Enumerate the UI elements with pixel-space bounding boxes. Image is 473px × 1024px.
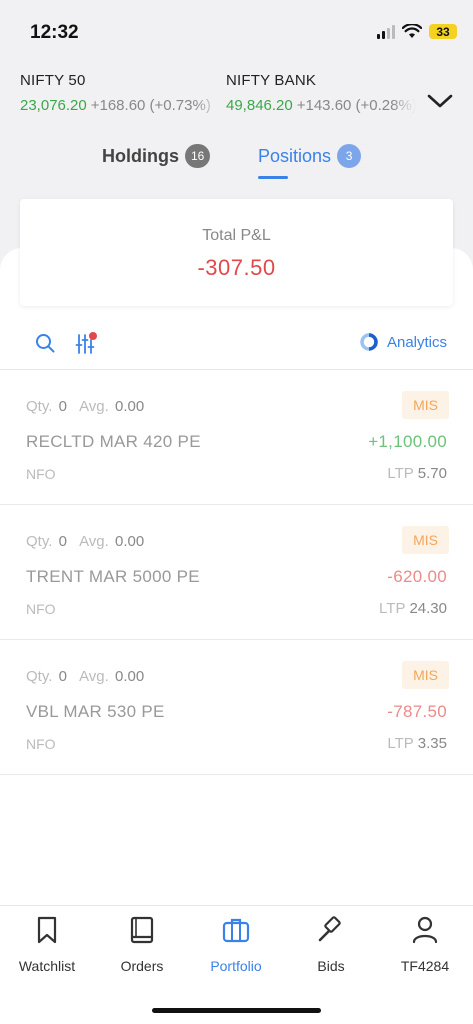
filter-sliders-icon[interactable] bbox=[74, 330, 100, 356]
tab-positions[interactable]: Positions 3 bbox=[258, 140, 362, 172]
nav-watchlist[interactable]: Watchlist bbox=[0, 914, 94, 984]
position-symbol: VBL MAR 530 PE bbox=[26, 702, 165, 721]
tab-label: Holdings bbox=[102, 145, 179, 166]
position-ltp: LTP 24.30 bbox=[379, 600, 447, 617]
qty-value: 0 bbox=[58, 533, 67, 550]
position-pnl: -787.50 bbox=[387, 702, 447, 721]
qty-label: Qty. bbox=[26, 533, 53, 550]
position-symbol: TRENT MAR 5000 PE bbox=[26, 567, 200, 586]
ltp-label: LTP bbox=[387, 465, 414, 482]
analytics-label: Analytics bbox=[386, 333, 447, 351]
position-qty-avg: Qty. 0 Avg. 0.00 bbox=[26, 398, 144, 415]
ticker-price: 23,076.20 bbox=[20, 97, 87, 114]
nav-label: TF4284 bbox=[400, 958, 450, 974]
position-exchange: NFO bbox=[26, 601, 56, 617]
status-time: 12:32 bbox=[30, 22, 79, 43]
tab-label: Positions bbox=[258, 145, 332, 166]
avg-value: 0.00 bbox=[115, 668, 145, 685]
ticker-nifty-bank[interactable]: NIFTY BANK 49,846.20 +143.60 (+0.28%) bbox=[226, 72, 416, 114]
ticker-name: NIFTY 50 bbox=[20, 72, 86, 89]
positions-list: Qty. 0 Avg. 0.00 MIS RECLTD MAR 420 PE +… bbox=[0, 370, 473, 775]
total-pnl-label: Total P&L bbox=[202, 227, 271, 244]
chevron-down-icon[interactable] bbox=[425, 86, 455, 116]
position-ltp: LTP 3.35 bbox=[387, 735, 447, 752]
position-row[interactable]: Qty. 0 Avg. 0.00 MIS RECLTD MAR 420 PE +… bbox=[0, 370, 473, 505]
nav-portfolio[interactable]: Portfolio bbox=[189, 914, 283, 984]
position-ltp: LTP 5.70 bbox=[387, 465, 447, 482]
ltp-value: 24.30 bbox=[409, 600, 447, 617]
product-badge: MIS bbox=[402, 526, 449, 554]
index-ticker-row: NIFTY 50 23,076.20 +168.60 (+0.73%) NIFTY… bbox=[0, 72, 473, 124]
position-row[interactable]: Qty. 0 Avg. 0.00 MIS VBL MAR 530 PE -787… bbox=[0, 640, 473, 775]
ticker-change: +168.60 (+0.73%) bbox=[90, 97, 211, 114]
active-tab-indicator bbox=[258, 176, 288, 179]
nav-label: Watchlist bbox=[18, 958, 76, 974]
nav-bids[interactable]: Bids bbox=[284, 914, 378, 984]
briefcase-icon bbox=[221, 914, 251, 946]
search-icon[interactable] bbox=[34, 332, 56, 354]
position-pnl: +1,100.00 bbox=[368, 432, 447, 451]
total-pnl-card: Total P&L -307.50 bbox=[20, 199, 453, 306]
analytics-button[interactable]: Analytics bbox=[359, 332, 447, 352]
book-icon bbox=[127, 914, 157, 946]
qty-label: Qty. bbox=[26, 668, 53, 685]
avg-value: 0.00 bbox=[115, 398, 145, 415]
nav-label: Bids bbox=[317, 958, 345, 974]
nav-label: Orders bbox=[120, 958, 164, 974]
ltp-label: LTP bbox=[387, 735, 414, 752]
position-exchange: NFO bbox=[26, 736, 56, 752]
gavel-icon bbox=[316, 914, 346, 946]
cellular-signal-icon bbox=[377, 24, 395, 39]
ltp-label: LTP bbox=[379, 600, 406, 617]
position-pnl: -620.00 bbox=[387, 567, 447, 586]
tab-holdings[interactable]: Holdings 16 bbox=[102, 140, 211, 172]
status-icons: 33 bbox=[377, 24, 457, 39]
ltp-value: 3.35 bbox=[417, 735, 447, 752]
user-icon bbox=[410, 914, 440, 946]
ticker-price: 49,846.20 bbox=[226, 97, 293, 114]
home-indicator bbox=[152, 1008, 321, 1013]
product-badge: MIS bbox=[402, 661, 449, 689]
wifi-icon bbox=[402, 24, 422, 38]
bottom-navigation: Watchlist Orders Portfolio Bids TF4284 bbox=[0, 905, 473, 1024]
position-qty-avg: Qty. 0 Avg. 0.00 bbox=[26, 668, 144, 685]
bookmark-icon bbox=[32, 914, 62, 946]
position-qty-avg: Qty. 0 Avg. 0.00 bbox=[26, 533, 144, 550]
qty-value: 0 bbox=[58, 668, 67, 685]
nav-orders[interactable]: Orders bbox=[95, 914, 189, 984]
qty-value: 0 bbox=[58, 398, 67, 415]
portfolio-tabs: Holdings 16 Positions 3 bbox=[0, 140, 473, 180]
nav-profile[interactable]: TF4284 bbox=[378, 914, 472, 984]
ticker-name: NIFTY BANK bbox=[226, 72, 317, 89]
battery-icon: 33 bbox=[429, 24, 457, 39]
avg-label: Avg. bbox=[79, 668, 109, 685]
avg-value: 0.00 bbox=[115, 533, 145, 550]
position-symbol: RECLTD MAR 420 PE bbox=[26, 432, 201, 451]
positions-toolbar: Analytics bbox=[0, 326, 473, 360]
position-exchange: NFO bbox=[26, 466, 56, 482]
qty-label: Qty. bbox=[26, 398, 53, 415]
ltp-value: 5.70 bbox=[417, 465, 447, 482]
nav-label: Portfolio bbox=[210, 958, 262, 974]
avg-label: Avg. bbox=[79, 533, 109, 550]
avg-label: Avg. bbox=[79, 398, 109, 415]
position-row[interactable]: Qty. 0 Avg. 0.00 MIS TRENT MAR 5000 PE -… bbox=[0, 505, 473, 640]
status-bar: 12:32 33 bbox=[0, 0, 473, 60]
ticker-nifty-50[interactable]: NIFTY 50 23,076.20 +168.60 (+0.73%) bbox=[20, 72, 220, 114]
tab-count-badge: 16 bbox=[185, 144, 211, 168]
product-badge: MIS bbox=[402, 391, 449, 419]
total-pnl-value: -307.50 bbox=[197, 255, 276, 280]
analytics-ring-icon bbox=[360, 333, 378, 351]
tab-count-badge: 3 bbox=[337, 144, 362, 168]
